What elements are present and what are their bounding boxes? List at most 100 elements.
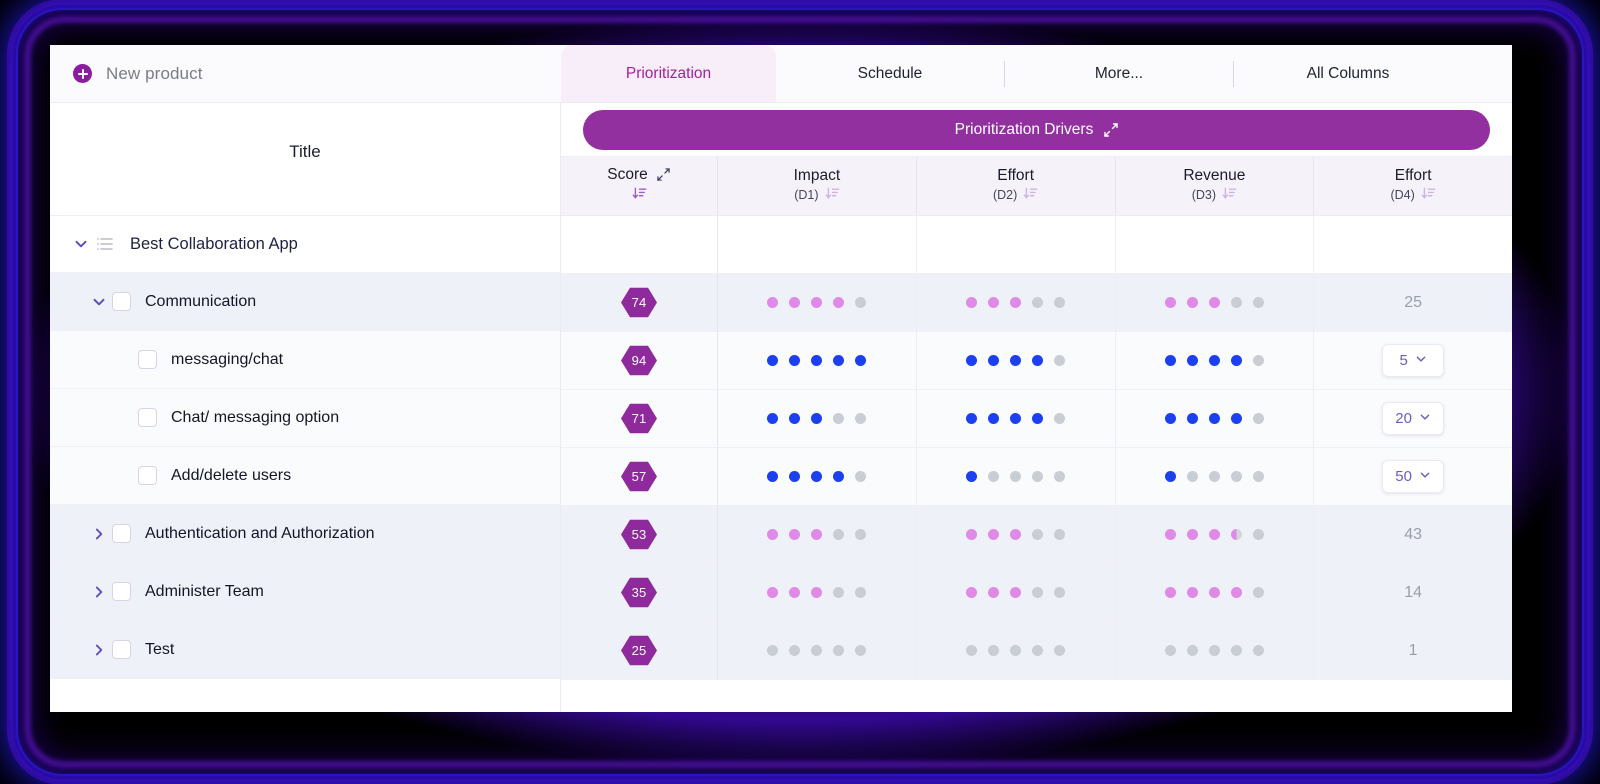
score-badge[interactable]: 74 [620, 286, 658, 320]
cell-revenue[interactable] [1116, 506, 1315, 563]
sort-descending-icon[interactable] [1421, 186, 1436, 205]
rating-dot[interactable] [966, 529, 978, 540]
rating-dot[interactable] [767, 355, 779, 366]
row-checkbox[interactable] [112, 524, 131, 543]
column-header-impact[interactable]: Impact (D1) [718, 157, 917, 215]
row-checkbox[interactable] [138, 408, 157, 427]
rating-dot[interactable] [1208, 471, 1220, 482]
cell-effort2[interactable] [917, 448, 1116, 505]
rating-dot[interactable] [1230, 471, 1242, 482]
rating-dot[interactable] [811, 529, 823, 540]
column-header-score[interactable]: Score [561, 157, 718, 215]
rating-dot[interactable] [1230, 587, 1242, 598]
cell-effort2[interactable] [917, 564, 1116, 621]
rating-dot[interactable] [1164, 413, 1176, 424]
column-header-revenue[interactable]: Revenue (D3) [1116, 157, 1315, 215]
rating-dot[interactable] [1230, 297, 1242, 308]
chevron-right-icon[interactable] [86, 527, 112, 541]
tab-all-columns[interactable]: All Columns [1234, 45, 1462, 102]
tab-schedule[interactable]: Schedule [776, 45, 1004, 102]
rating-dot[interactable] [1054, 413, 1066, 424]
rating-dot[interactable] [1054, 529, 1066, 540]
rating-dot[interactable] [1164, 355, 1176, 366]
rating-dot[interactable] [1186, 297, 1198, 308]
cell-effort2[interactable] [917, 216, 1116, 273]
cell-effort4[interactable]: 1 [1314, 622, 1512, 679]
rating-dot[interactable] [789, 413, 801, 424]
rating-dot[interactable] [811, 645, 823, 656]
cell-impact[interactable] [718, 332, 917, 389]
cell-impact[interactable] [718, 622, 917, 679]
cell-score[interactable] [561, 216, 718, 273]
tab-more[interactable]: More... [1005, 45, 1233, 102]
rating-dot[interactable] [811, 297, 823, 308]
rating-dot[interactable] [1208, 297, 1220, 308]
rating-dot[interactable] [833, 471, 845, 482]
score-badge[interactable]: 53 [620, 518, 658, 552]
rating-dot[interactable] [833, 529, 845, 540]
cell-impact[interactable] [718, 216, 917, 273]
rating-dot[interactable] [767, 587, 779, 598]
rating-dot[interactable] [1186, 587, 1198, 598]
cell-revenue[interactable] [1116, 216, 1315, 273]
prioritization-drivers-banner[interactable]: Prioritization Drivers [583, 109, 1490, 150]
expand-diagonal-icon[interactable] [657, 168, 671, 182]
cell-revenue[interactable] [1116, 390, 1315, 447]
score-badge[interactable]: 35 [620, 576, 658, 610]
rating-dot[interactable] [1054, 587, 1066, 598]
rating-dot[interactable] [855, 355, 867, 366]
rating-dot[interactable] [1186, 355, 1198, 366]
rating-dot[interactable] [855, 645, 867, 656]
cell-score[interactable]: 94 [561, 332, 718, 389]
score-badge[interactable]: 57 [620, 460, 658, 494]
rating-dot[interactable] [988, 529, 1000, 540]
rating-dot[interactable] [966, 297, 978, 308]
rating-dot[interactable] [767, 297, 779, 308]
rating-dot[interactable] [767, 529, 779, 540]
cell-effort2[interactable] [917, 390, 1116, 447]
rating-dot[interactable] [1252, 471, 1264, 482]
rating-dot[interactable] [1010, 413, 1022, 424]
chevron-right-icon[interactable] [86, 643, 112, 657]
rating-dot[interactable] [966, 355, 978, 366]
title-row-authentication-and-authorization[interactable]: Authentication and Authorization [50, 505, 560, 563]
rating-dot[interactable] [1208, 355, 1220, 366]
rating-dot[interactable] [811, 587, 823, 598]
rating-dot[interactable] [767, 471, 779, 482]
rating-dot[interactable] [1032, 355, 1044, 366]
chevron-down-icon[interactable] [1419, 410, 1431, 427]
row-checkbox[interactable] [138, 466, 157, 485]
rating-dot[interactable] [789, 355, 801, 366]
rating-dot[interactable] [1032, 297, 1044, 308]
cell-effort2[interactable] [917, 622, 1116, 679]
cell-impact[interactable] [718, 390, 917, 447]
rating-dot[interactable] [855, 587, 867, 598]
rating-dot[interactable] [1208, 645, 1220, 656]
chevron-down-icon[interactable] [68, 237, 94, 251]
chevron-down-icon[interactable] [86, 295, 112, 309]
rating-dot[interactable] [1010, 355, 1022, 366]
rating-dot[interactable] [1010, 471, 1022, 482]
title-row-messaging-chat[interactable]: messaging/chat [50, 331, 560, 389]
chevron-down-icon[interactable] [1419, 468, 1431, 485]
cell-score[interactable]: 74 [561, 274, 718, 331]
row-checkbox[interactable] [112, 292, 131, 311]
rating-dot[interactable] [811, 355, 823, 366]
rating-dot[interactable] [789, 529, 801, 540]
title-row-test[interactable]: Test [50, 621, 560, 679]
rating-dot[interactable] [1054, 355, 1066, 366]
effort-select[interactable]: 5 [1382, 344, 1445, 377]
rating-dot[interactable] [1164, 297, 1176, 308]
cell-score[interactable]: 53 [561, 506, 718, 563]
cell-effort4[interactable]: 20 [1314, 390, 1512, 447]
title-row-communication[interactable]: Communication [50, 273, 560, 331]
sort-descending-icon[interactable] [632, 186, 647, 205]
cell-impact[interactable] [718, 448, 917, 505]
cell-score[interactable]: 35 [561, 564, 718, 621]
cell-effort4[interactable] [1314, 216, 1512, 273]
rating-dot[interactable] [1252, 645, 1264, 656]
rating-dot[interactable] [789, 297, 801, 308]
cell-revenue[interactable] [1116, 448, 1315, 505]
cell-revenue[interactable] [1116, 274, 1315, 331]
rating-dot[interactable] [966, 587, 978, 598]
